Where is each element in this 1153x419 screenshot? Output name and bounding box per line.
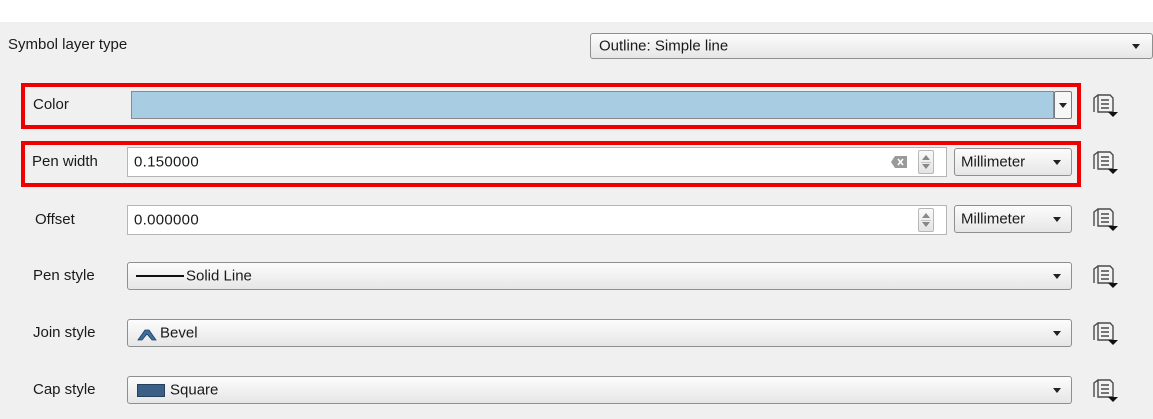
pen-width-row-highlight bbox=[21, 141, 1081, 187]
offset-spinner[interactable] bbox=[918, 208, 934, 232]
offset-value: 0.000000 bbox=[134, 211, 199, 229]
chevron-down-icon bbox=[1053, 388, 1061, 393]
cap-style-combo[interactable]: Square bbox=[127, 376, 1072, 404]
data-defined-override-icon[interactable] bbox=[1091, 263, 1119, 289]
spin-divider bbox=[921, 220, 931, 221]
data-defined-override-icon[interactable] bbox=[1091, 206, 1119, 232]
data-defined-override-icon[interactable] bbox=[1091, 149, 1119, 175]
color-row-highlight bbox=[21, 83, 1081, 129]
offset-input[interactable]: 0.000000 bbox=[127, 205, 947, 235]
join-style-label-text: Join style bbox=[33, 324, 96, 341]
solid-line-icon bbox=[136, 275, 184, 277]
pen-style-value: Solid Line bbox=[186, 267, 252, 285]
offset-unit-combo[interactable]: Millimeter bbox=[954, 205, 1072, 233]
bevel-join-icon bbox=[137, 329, 157, 341]
symbol-layer-type-value: Outline: Simple line bbox=[599, 37, 729, 55]
symbol-layer-type-combo[interactable]: Outline: Simple line bbox=[590, 33, 1153, 59]
join-style-combo[interactable]: Bevel bbox=[127, 319, 1072, 347]
pen-style-label: Pen style bbox=[33, 267, 95, 284]
data-defined-override-icon[interactable] bbox=[1091, 377, 1119, 403]
spin-up-icon[interactable] bbox=[922, 213, 930, 218]
pen-style-combo[interactable]: Solid Line bbox=[127, 262, 1072, 290]
offset-label: Offset bbox=[35, 211, 75, 228]
spin-down-icon[interactable] bbox=[922, 222, 930, 227]
square-cap-icon bbox=[137, 384, 165, 397]
join-style-value: Bevel bbox=[160, 324, 198, 342]
cap-style-label: Cap style bbox=[33, 381, 96, 398]
symbol-layer-type-label: Symbol layer type bbox=[8, 36, 128, 53]
chevron-down-icon bbox=[1053, 217, 1061, 222]
data-defined-override-icon[interactable] bbox=[1091, 320, 1119, 346]
cap-style-value: Square bbox=[170, 381, 219, 399]
chevron-down-icon bbox=[1053, 274, 1061, 279]
offset-unit-value: Millimeter bbox=[961, 210, 1026, 228]
data-defined-override-icon[interactable] bbox=[1091, 92, 1119, 118]
chevron-down-icon bbox=[1132, 44, 1140, 49]
chevron-down-icon bbox=[1053, 331, 1061, 336]
